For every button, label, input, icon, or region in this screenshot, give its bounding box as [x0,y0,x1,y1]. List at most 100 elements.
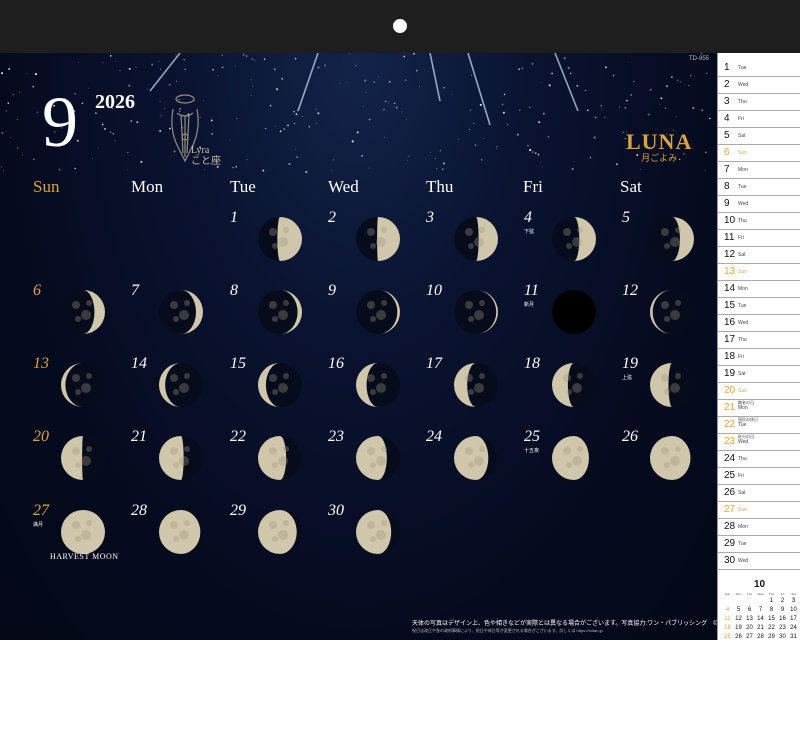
moon-crater [184,373,190,379]
daily-row-weekday: Mon [738,405,748,411]
daily-row-weekday: Fri [738,116,744,122]
moon-crater [577,227,583,233]
meteor-streak [149,53,181,92]
mini-day: 6 [747,607,752,613]
daily-row-weekday: Wed [738,201,749,207]
mini-day: 24 [790,625,797,631]
moon-phase-icon [258,290,302,334]
moon-crater [479,446,485,452]
day-number: 12 [622,282,638,299]
moon-crater [465,228,473,236]
moon-crater [170,374,178,382]
mini-day: 29 [768,634,775,640]
moon-crater [72,374,80,382]
moon-crater [468,316,474,322]
moon-crater [572,237,582,247]
daily-row-weekday: Wed [738,82,749,88]
moon-crater [370,389,376,395]
weekday-sat: Sat [620,177,642,196]
mini-day: 7 [758,607,763,613]
daily-row-weekday: Thu [738,456,747,462]
moon-crater [173,316,179,322]
moon-crater [563,447,571,455]
weekday-wed: Wed [328,177,359,196]
moon-crater [272,462,278,468]
mini-weekday: Wed [757,592,764,596]
daily-row: 24 Thu [718,450,800,468]
moon-crater [381,520,387,526]
day-number: 11 [524,282,539,299]
day-number: 27 [33,502,49,519]
daily-row: 9 Wed [718,195,800,213]
moon-crater [566,243,572,249]
mini-day: 10 [790,607,797,613]
moon-crater [81,530,91,540]
moon-phase-icon [454,290,498,334]
year-label: 2026 [95,91,135,113]
moon-crater [376,310,386,320]
moon-crater [376,456,386,466]
moon-crater [474,383,484,393]
moon-crater [283,300,289,306]
moon-crater [465,374,473,382]
daily-row: 17 Thu [718,331,800,349]
moon-crater [272,316,278,322]
daily-row-weekday: Tue [738,65,747,71]
daily-row-weekday: Tue [738,422,747,428]
moon-crater [179,530,189,540]
moon-crater [468,389,474,395]
daily-row-weekday: Wed [738,320,749,326]
mini-day: 21 [757,625,764,631]
moon-phase-icon [454,217,498,261]
mini-day: 5 [736,607,741,613]
moon-crater [184,446,190,452]
day-note: 上弦 [622,375,633,381]
daily-row: 11 Fri [718,229,800,247]
daily-row: 21 敬老の日 Mon [718,399,800,417]
moon-crater [81,310,91,320]
moon-lit-side [258,510,297,554]
daily-row-weekday: Thu [738,218,747,224]
product-code: TD-955 [688,56,709,62]
mini-weekday: Fri [780,592,785,596]
moon-crater [376,237,386,247]
moon-crater [72,447,80,455]
daily-row-weekday: Sat [738,371,746,377]
daily-row: 30 Wed [718,552,800,570]
moon-crater [479,373,485,379]
daily-row-weekday: Fri [738,354,744,360]
mini-day: 22 [768,625,775,631]
daily-row: 28 Mon [718,518,800,536]
day-number: 16 [328,355,344,372]
hanging-hole [393,19,407,33]
moon-crater [173,389,179,395]
daily-row-weekday: Thu [738,337,747,343]
daily-row: 5 Sat [718,127,800,145]
moon-crater [675,300,681,306]
moon-crater [675,373,681,379]
day-number: 1 [230,209,238,226]
daily-row-weekday: Tue [738,184,747,190]
moon-crater [474,310,484,320]
moon-crater [86,373,92,379]
day-number: 13 [33,355,49,372]
moon-crater [173,462,179,468]
daily-row: 14 Mon [718,280,800,298]
moon-crater [381,446,387,452]
harvest-moon-label: HARVEST MOON [50,552,119,561]
moon-crater [173,536,179,542]
day-number: 23 [328,428,344,445]
moon-crater [278,237,288,247]
meteor-streak [429,53,441,102]
moon-crater [272,389,278,395]
moon-crater [664,316,670,322]
moon-crater [577,446,583,452]
moon-crater [75,389,81,395]
daily-row-weekday: Sat [738,133,746,139]
constellation-label: Lyra こと座 [191,145,221,167]
daily-row: 15 Tue [718,297,800,315]
moon-crater [370,316,376,322]
day-note: 新月 [524,302,535,308]
weekday-fri: Fri [523,177,543,196]
moon-crater [479,300,485,306]
